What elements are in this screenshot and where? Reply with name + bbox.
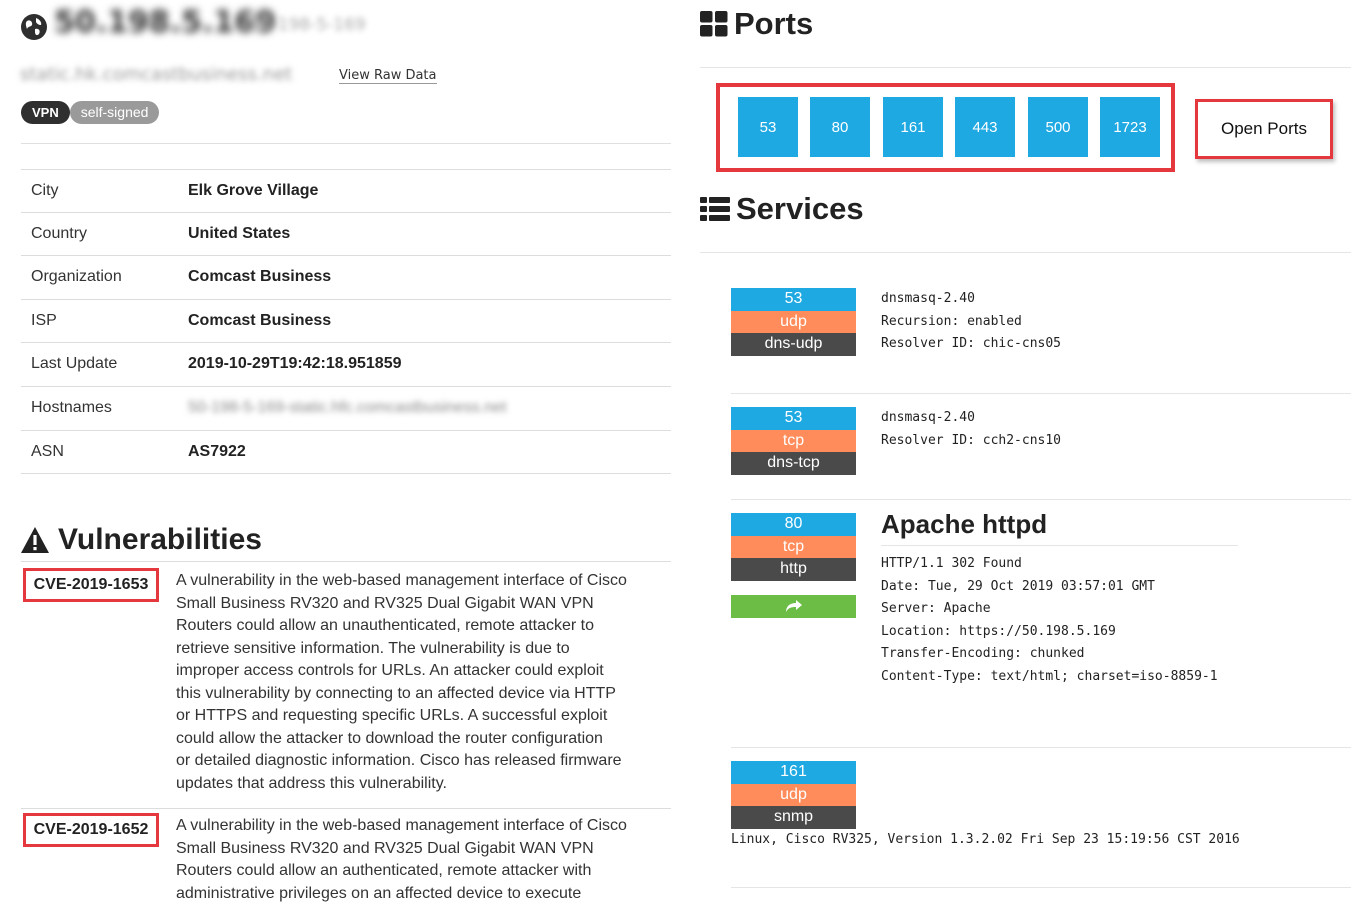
service-product-title: Apache httpd (881, 509, 1048, 539)
info-row-organization: Organization Comcast Business (21, 256, 671, 300)
cve-description: A vulnerability in the web-based managem… (176, 570, 671, 795)
service-port[interactable]: 53 (731, 288, 856, 311)
tag-list: VPN self-signed (21, 101, 160, 124)
divider (731, 499, 1351, 500)
port-443[interactable]: 443 (955, 97, 1015, 157)
globe-icon (21, 14, 47, 40)
service-name: dns-udp (731, 333, 856, 356)
service-protocol: tcp (731, 429, 856, 452)
info-key: Organization (31, 268, 122, 286)
info-value: Comcast Business (188, 268, 332, 286)
port-80[interactable]: 80 (810, 97, 870, 157)
info-value: AS7922 (188, 442, 246, 460)
service-banner: Linux, Cisco RV325, Version 1.3.2.02 Fri… (731, 832, 1240, 847)
info-key: Hostnames (31, 398, 112, 416)
service-banner: dnsmasq-2.40 Resolver ID: cch2-cns10 (881, 410, 1062, 448)
info-value: Comcast Business (188, 311, 332, 329)
warning-icon (21, 527, 49, 553)
cve-description-line: Routers could allow an authenticated, re… (176, 862, 592, 879)
host-info-table: City Elk Grove Village Country United St… (21, 143, 671, 475)
ports-heading: Ports (700, 6, 813, 42)
th-large-icon (700, 11, 728, 37)
divider (731, 887, 1351, 888)
info-key: Last Update (31, 355, 118, 373)
service-protocol: tcp (731, 535, 856, 558)
host-details-panel: 50.198.5.169 50-198-5-169 static.hk.comc… (0, 0, 690, 910)
info-row-city: City Elk Grove Village (21, 169, 671, 213)
ports-title: Ports (734, 6, 814, 41)
service-banner: HTTP/1.1 302 Found Date: Tue, 29 Oct 201… (881, 556, 1218, 684)
info-value: Elk Grove Village (188, 182, 319, 199)
cve-description-line: updates that address this vulnerability. (176, 774, 447, 792)
vulnerabilities-heading: Vulnerabilities (20, 520, 262, 560)
cve-description-line: or HTTPS and requesting specific URLs. A… (176, 707, 608, 724)
list-icon (700, 197, 730, 221)
info-row-country: Country United States (21, 213, 671, 257)
cve-id[interactable]: CVE-2019-1653 (23, 568, 159, 602)
port-161[interactable]: 161 (883, 97, 943, 157)
host-ip-title: 50.198.5.169 (54, 5, 277, 40)
cve-description: A vulnerability in the web-based managem… (176, 815, 671, 905)
port-53[interactable]: 53 (738, 97, 798, 157)
info-key: Country (31, 224, 88, 242)
service-block-dns-tcp: 53 tcp dns-tcp (731, 407, 856, 475)
cve-description-line: or detailed diagnostic information. Cisc… (176, 752, 622, 769)
cve-description-line: Small Business RV320 and RV325 Dual Giga… (176, 839, 594, 857)
services-title: Services (736, 191, 864, 226)
share-arrow-icon (785, 600, 802, 612)
tag-vpn[interactable]: VPN (21, 101, 70, 124)
info-value: United States (188, 224, 291, 242)
port-500[interactable]: 500 (1028, 97, 1088, 157)
cve-description-line: could allow the attacker to download the… (176, 729, 603, 747)
service-block-dns-udp: 53 udp dns-udp (731, 288, 856, 356)
divider (731, 393, 1351, 394)
host-ip-alt: 50-198-5-169 (250, 15, 366, 35)
cve-description-line: administrative privileges on an affected… (176, 884, 582, 902)
service-port[interactable]: 161 (731, 761, 856, 784)
view-raw-data-link[interactable]: View Raw Data (339, 69, 437, 84)
info-value: 2019-10-29T19:42:18.951859 (188, 355, 402, 373)
cve-description-line: improper access controls for URLs. An at… (176, 662, 604, 679)
divider (700, 67, 1351, 68)
vulnerabilities-title: Vulnerabilities (58, 523, 262, 556)
cve-description-line: A vulnerability in the web-based managem… (176, 572, 627, 589)
service-banner: dnsmasq-2.40 Recursion: enabled Resolver… (881, 291, 1062, 351)
info-row-isp: ISP Comcast Business (21, 300, 671, 344)
info-key: ISP (31, 311, 57, 329)
divider (21, 808, 671, 809)
service-name: snmp (731, 806, 856, 829)
cve-description-line: retrieve sensitive information. The vuln… (176, 639, 570, 657)
service-port[interactable]: 80 (731, 513, 856, 536)
divider (881, 545, 1238, 546)
divider (700, 252, 1351, 253)
service-block-snmp: 161 udp snmp (731, 761, 856, 829)
info-row-hostnames: Hostnames 50-198-5-169-static.hfc.comcas… (21, 387, 671, 431)
cve-id[interactable]: CVE-2019-1652 (23, 813, 159, 847)
info-row-asn: ASN AS7922 (21, 431, 671, 475)
open-link-button[interactable] (731, 594, 856, 618)
cve-description-line: this vulnerability by connecting to an a… (176, 684, 616, 702)
service-port[interactable]: 53 (731, 407, 856, 430)
tag-self-signed[interactable]: self-signed (69, 101, 160, 124)
service-name: http (731, 558, 856, 581)
cve-description-line: Small Business RV320 and RV325 Dual Giga… (176, 594, 594, 612)
open-ports-callout: Open Ports (1195, 99, 1333, 159)
host-hostname: static.hk.comcastbusiness.net (20, 64, 293, 85)
info-value: 50-198-5-169-static.hfc.comcastbusiness.… (188, 398, 507, 416)
info-key: City (31, 182, 59, 199)
services-heading: Services (700, 191, 864, 227)
service-block-http: 80 tcp http (731, 513, 856, 618)
port-1723[interactable]: 1723 (1100, 97, 1160, 157)
divider (21, 561, 671, 562)
service-protocol: udp (731, 783, 856, 806)
cve-description-line: Routers could allow an unauthenticated, … (176, 617, 595, 634)
cve-description-line: A vulnerability in the web-based managem… (176, 817, 627, 834)
info-key: ASN (31, 442, 64, 460)
divider (731, 747, 1351, 748)
service-protocol: udp (731, 310, 856, 333)
service-name: dns-tcp (731, 452, 856, 475)
info-row-last-update: Last Update 2019-10-29T19:42:18.951859 (21, 343, 671, 387)
